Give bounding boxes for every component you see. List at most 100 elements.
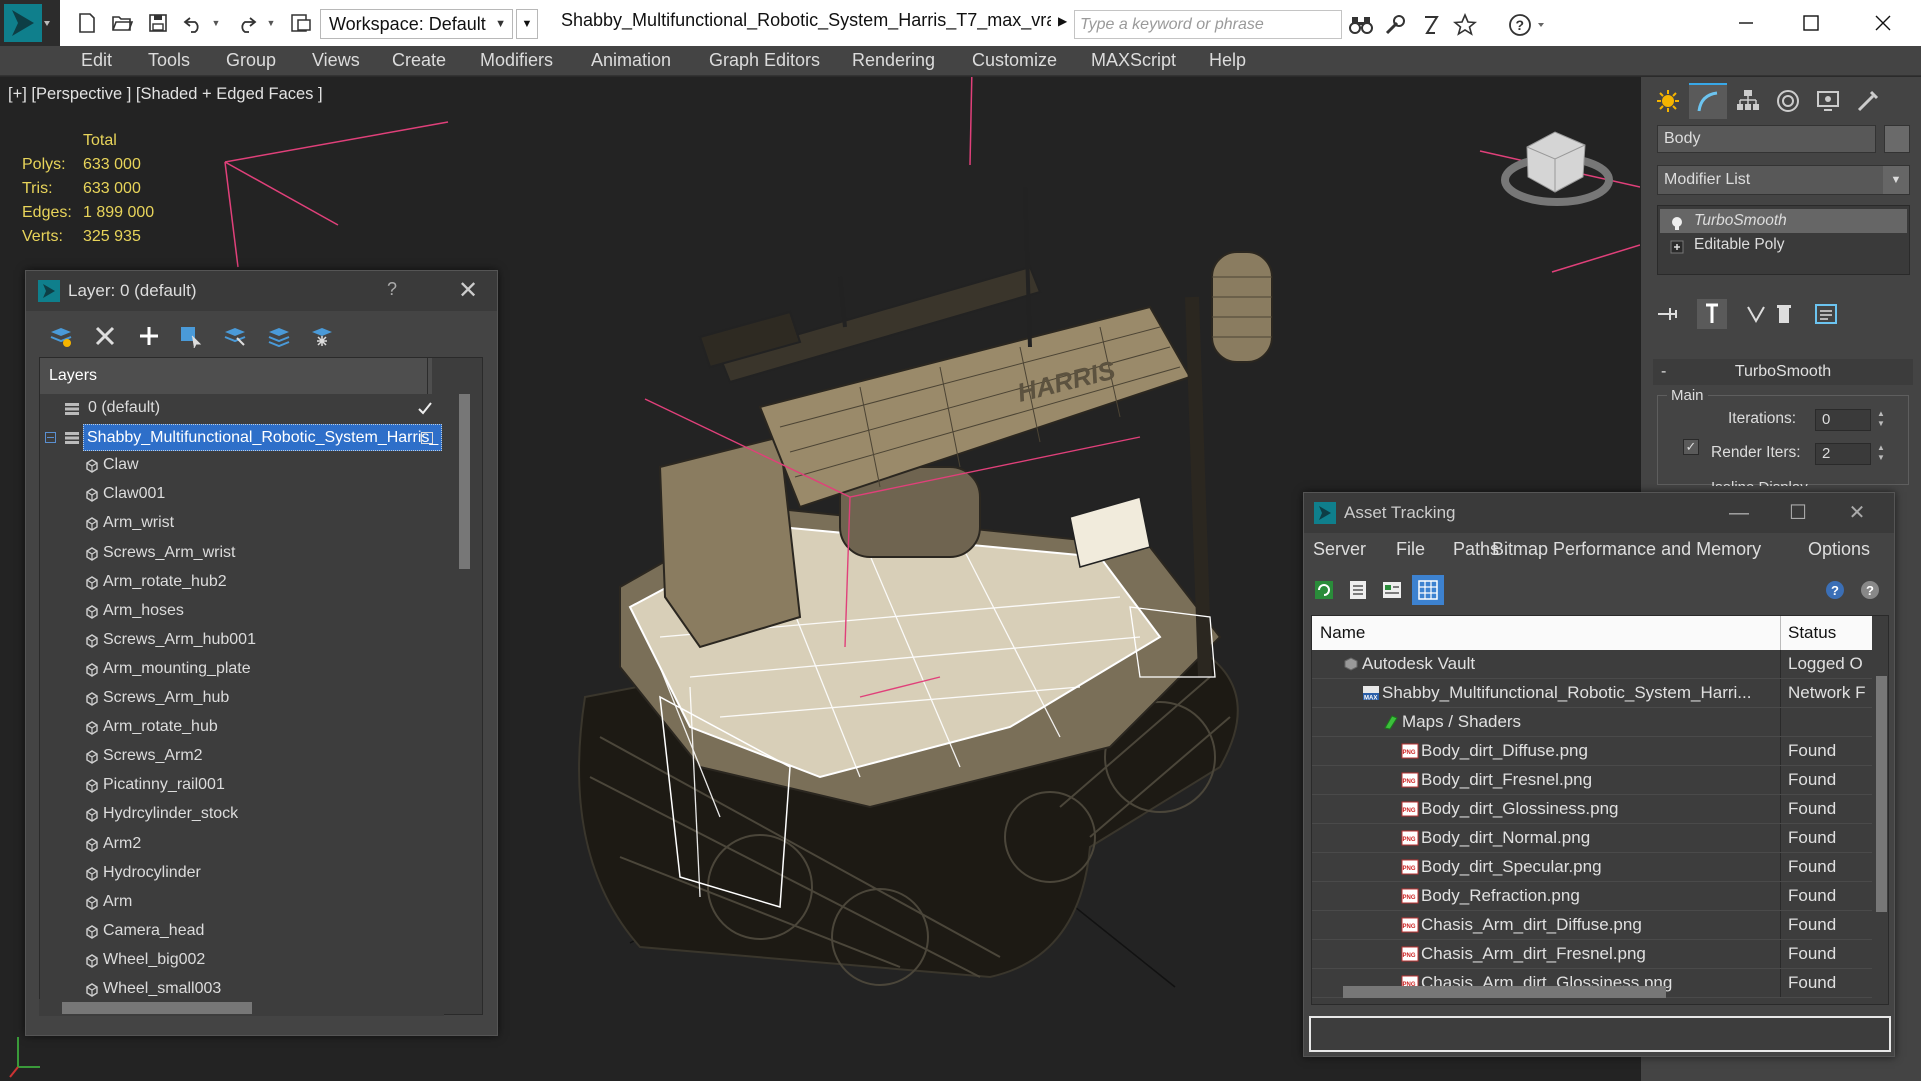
binoculars-icon[interactable] <box>1346 10 1376 40</box>
project-folder-icon[interactable] <box>286 8 316 38</box>
asset-row[interactable]: PNG Body_Refraction.png Found <box>1312 882 1872 911</box>
new-file-icon[interactable] <box>72 8 102 38</box>
remove-modifier-icon[interactable] <box>1769 299 1799 329</box>
layer-row-default[interactable]: 0 (default) <box>40 394 440 423</box>
minimize-icon[interactable]: — <box>1714 497 1764 529</box>
lightbulb-icon[interactable] <box>1670 214 1684 230</box>
add-to-layer-icon[interactable] <box>134 321 164 351</box>
layer-object-row[interactable]: Claw001 <box>40 480 440 509</box>
layer-object-row[interactable]: Arm2 <box>40 830 440 859</box>
asset-status-field[interactable] <box>1309 1016 1891 1052</box>
select-objects-in-layer-icon[interactable] <box>176 321 206 351</box>
list-view-icon[interactable] <box>1342 575 1374 605</box>
layer-object-row[interactable]: Hydrocylinder <box>40 859 440 888</box>
menu-file[interactable]: File <box>1396 539 1425 560</box>
redo-icon[interactable] <box>232 8 262 38</box>
viewport-label[interactable]: [+] [Perspective ] [Shaded + Edged Faces… <box>8 85 323 104</box>
motion-tab-icon[interactable] <box>1769 83 1807 119</box>
create-tab-icon[interactable] <box>1649 83 1687 119</box>
menu-rendering[interactable]: Rendering <box>852 50 935 71</box>
dialog-title-bar[interactable]: Asset Tracking — ☐ ✕ <box>1304 493 1894 533</box>
menu-graph-editors[interactable]: Graph Editors <box>709 50 820 71</box>
open-file-icon[interactable] <box>107 8 137 38</box>
close-icon[interactable]: ✕ <box>1832 497 1882 529</box>
menu-help[interactable]: Help <box>1209 50 1246 71</box>
stack-item-editable-poly[interactable]: Editable Poly <box>1660 233 1907 257</box>
asset-row[interactable]: Maps / Shaders <box>1312 708 1872 737</box>
menu-modifiers[interactable]: Modifiers <box>480 50 553 71</box>
pin-stack-icon[interactable] <box>1653 299 1683 329</box>
vertical-scrollbar[interactable] <box>456 394 472 1014</box>
menu-edit[interactable]: Edit <box>81 50 112 71</box>
menu-tools[interactable]: Tools <box>148 50 190 71</box>
close-icon[interactable] <box>1848 0 1918 46</box>
thumbnail-view-icon[interactable] <box>1376 575 1408 605</box>
workspace-menu-button[interactable]: ▼ <box>516 9 538 39</box>
layer-object-row[interactable]: Arm_mounting_plate <box>40 655 440 684</box>
freeze-all-layers-icon[interactable] <box>307 321 337 351</box>
asset-row[interactable]: MAX Shabby_Multifunctional_Robotic_System… <box>1312 679 1872 708</box>
status-column-header[interactable]: Status <box>1788 623 1836 643</box>
name-column-header[interactable]: Name <box>1320 623 1365 643</box>
iterations-spinner-icon[interactable]: ▲ ▼ <box>1875 409 1887 431</box>
help-icon[interactable]: ? <box>1506 10 1550 40</box>
render-iters-spinner-icon[interactable]: ▲ ▼ <box>1875 443 1887 465</box>
asset-row[interactable]: PNG Body_dirt_Specular.png Found <box>1312 853 1872 882</box>
modify-tab-icon[interactable] <box>1689 83 1727 119</box>
asset-row[interactable]: PNG Body_dirt_Normal.png Found <box>1312 824 1872 853</box>
layer-object-row[interactable]: Arm <box>40 888 440 917</box>
workspace-dropdown[interactable]: Workspace: Default ▼ <box>320 9 513 39</box>
subscription-icon[interactable] <box>1416 10 1446 40</box>
iterations-field[interactable]: 0 <box>1815 409 1871 431</box>
undo-icon[interactable] <box>178 8 208 38</box>
render-iters-field[interactable]: 2 <box>1815 443 1871 465</box>
vault-help-icon[interactable]: ? <box>1819 575 1851 605</box>
minimize-icon[interactable] <box>1711 0 1781 46</box>
horizontal-scrollbar-thumb[interactable] <box>62 1002 252 1014</box>
layer-object-row[interactable]: Arm_hoses <box>40 597 440 626</box>
layer-row-shabby-robot[interactable]: Shabby_Multifunctional_Robotic_System_Ha… <box>40 423 443 452</box>
make-unique-icon[interactable] <box>1741 299 1771 329</box>
layer-object-row[interactable]: Claw <box>40 451 440 480</box>
delete-layer-icon[interactable] <box>90 321 120 351</box>
close-icon[interactable]: ✕ <box>453 276 483 305</box>
refresh-icon[interactable] <box>1308 575 1340 605</box>
layer-object-row[interactable]: Arm_rotate_hub2 <box>40 568 440 597</box>
show-end-result-icon[interactable] <box>1697 299 1727 329</box>
menu-bitmap-performance[interactable]: Bitmap Performance and Memory <box>1492 539 1761 560</box>
save-icon[interactable] <box>143 8 173 38</box>
app-menu-button[interactable] <box>0 0 60 46</box>
modifier-list-dropdown[interactable]: Modifier List ▼ <box>1657 165 1910 195</box>
rollout-header[interactable]: - TurboSmooth <box>1653 359 1913 385</box>
favorites-star-icon[interactable] <box>1450 10 1480 40</box>
hierarchy-tab-icon[interactable] <box>1729 83 1767 119</box>
menu-views[interactable]: Views <box>312 50 360 71</box>
menu-animation[interactable]: Animation <box>591 50 671 71</box>
layer-object-row[interactable]: Arm_wrist <box>40 509 440 538</box>
table-view-icon[interactable] <box>1412 575 1444 605</box>
help-icon[interactable]: ? <box>387 279 397 300</box>
search-input[interactable]: Type a keyword or phrase <box>1074 10 1342 39</box>
active-layer-check-icon[interactable] <box>417 401 433 416</box>
dialog-title-bar[interactable]: Layer: 0 (default) ? ✕ <box>26 271 497 311</box>
menu-create[interactable]: Create <box>392 50 446 71</box>
display-tab-icon[interactable] <box>1809 83 1847 119</box>
layer-tree-header[interactable]: Layers <box>40 358 432 394</box>
layer-object-row[interactable]: Screws_Arm_hub <box>40 684 440 713</box>
menu-group[interactable]: Group <box>226 50 276 71</box>
asset-row[interactable]: PNG Body_dirt_Glossiness.png Found <box>1312 795 1872 824</box>
asset-row[interactable]: PNG Chasis_Arm_dirt_Diffuse.png Found <box>1312 911 1872 940</box>
menu-server[interactable]: Server <box>1313 539 1366 560</box>
layer-object-row[interactable]: Wheel_big002 <box>40 946 440 975</box>
object-name-field[interactable]: Body <box>1657 125 1876 153</box>
menu-options[interactable]: Options <box>1808 539 1870 560</box>
asset-row[interactable]: PNG Body_dirt_Fresnel.png Found <box>1312 766 1872 795</box>
menu-customize[interactable]: Customize <box>972 50 1057 71</box>
layer-object-row[interactable]: Screws_Arm_wrist <box>40 539 440 568</box>
tools-icon[interactable] <box>1380 10 1410 40</box>
layer-object-row[interactable]: Screws_Arm_hub001 <box>40 626 440 655</box>
collapse-minus-icon[interactable] <box>45 431 56 443</box>
redo-dropdown-icon[interactable]: ▼ <box>263 8 279 38</box>
help-icon[interactable]: ? <box>1854 575 1886 605</box>
menu-maxscript[interactable]: MAXScript <box>1091 50 1176 71</box>
